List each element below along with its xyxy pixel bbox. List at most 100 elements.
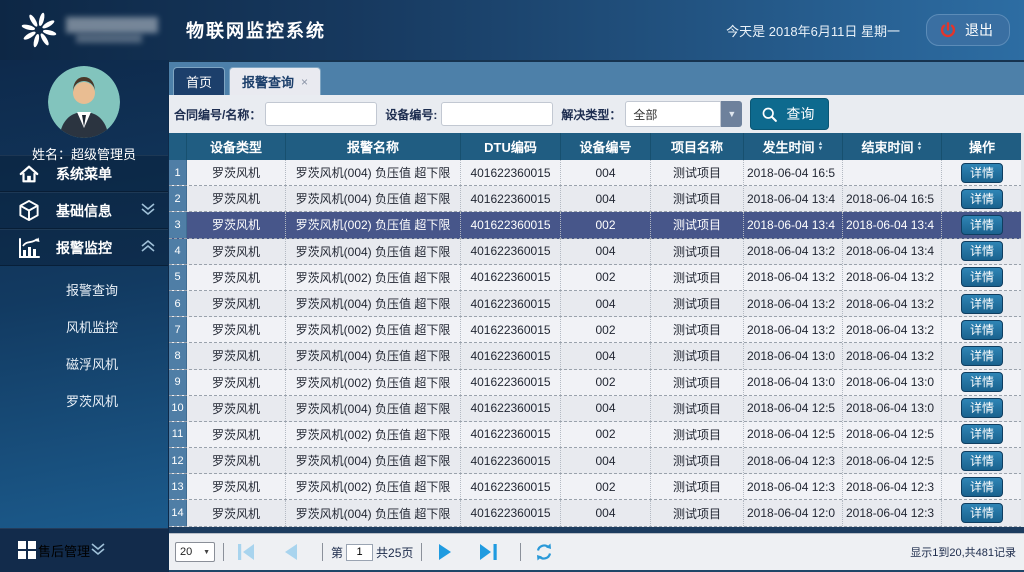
table-row[interactable]: 8 罗茨风机 罗茨风机(004) 负压值 超下限 401622360015 00… bbox=[169, 343, 1022, 369]
sidebar-subitem[interactable]: 报警查询 bbox=[0, 272, 168, 309]
table-row[interactable]: 12 罗茨风机 罗茨风机(004) 负压值 超下限 401622360015 0… bbox=[169, 448, 1022, 474]
detail-button[interactable]: 详情 bbox=[961, 189, 1003, 209]
row-index: 7 bbox=[169, 317, 187, 342]
sidebar-item-basic-info[interactable]: 基础信息 bbox=[0, 192, 168, 229]
solve-type-select[interactable]: 全部 ▼ bbox=[625, 101, 742, 127]
cell-project-name: 测试项目 bbox=[651, 186, 744, 211]
sort-icon[interactable]: ▲▼ bbox=[917, 142, 923, 152]
detail-button[interactable]: 详情 bbox=[961, 320, 1003, 340]
detail-button[interactable]: 详情 bbox=[961, 398, 1003, 418]
sidebar-subitem[interactable]: 风机监控 bbox=[0, 309, 168, 346]
row-index: 13 bbox=[169, 474, 187, 499]
cell-project-name: 测试项目 bbox=[651, 291, 744, 316]
table-row[interactable]: 13 罗茨风机 罗茨风机(002) 负压值 超下限 401622360015 0… bbox=[169, 474, 1022, 500]
logo-text-redacted bbox=[66, 15, 166, 45]
sidebar-item-aftersales[interactable]: 售后管理 bbox=[0, 528, 168, 572]
detail-button[interactable]: 详情 bbox=[961, 163, 1003, 183]
detail-button[interactable]: 详情 bbox=[961, 346, 1003, 366]
detail-button[interactable]: 详情 bbox=[961, 241, 1003, 261]
sidebar-item-label: 系统菜单 bbox=[56, 164, 112, 184]
device-no-input[interactable] bbox=[441, 102, 553, 126]
select-value: 全部 bbox=[625, 101, 721, 127]
detail-button[interactable]: 详情 bbox=[961, 503, 1003, 523]
logout-button[interactable]: 退出 bbox=[926, 14, 1010, 46]
detail-button[interactable]: 详情 bbox=[961, 424, 1003, 444]
col-project-name: 项目名称 bbox=[651, 133, 744, 160]
cell-start-time: 2018-06-04 12:3 bbox=[744, 448, 843, 473]
table-row[interactable]: 11 罗茨风机 罗茨风机(002) 负压值 超下限 401622360015 0… bbox=[169, 422, 1022, 448]
refresh-icon[interactable] bbox=[529, 540, 559, 564]
avatar bbox=[48, 66, 120, 138]
contract-input[interactable] bbox=[265, 102, 377, 126]
table-row[interactable]: 3 罗茨风机 罗茨风机(002) 负压值 超下限 401622360015 00… bbox=[169, 212, 1022, 238]
cell-start-time: 2018-06-04 13:2 bbox=[744, 317, 843, 342]
col-alarm-name: 报警名称 bbox=[286, 133, 461, 160]
tab-home[interactable]: 首页 bbox=[173, 67, 225, 95]
next-page-button[interactable] bbox=[430, 540, 460, 564]
table-row[interactable]: 1 罗茨风机 罗茨风机(004) 负压值 超下限 401622360015 00… bbox=[169, 160, 1022, 186]
detail-button[interactable]: 详情 bbox=[961, 477, 1003, 497]
close-icon[interactable]: × bbox=[301, 75, 308, 89]
table-row[interactable]: 6 罗茨风机 罗茨风机(004) 负压值 超下限 401622360015 00… bbox=[169, 291, 1022, 317]
cell-device-no: 004 bbox=[561, 160, 651, 185]
detail-button[interactable]: 详情 bbox=[961, 372, 1003, 392]
cell-project-name: 测试项目 bbox=[651, 500, 744, 525]
pinwheel-logo-icon bbox=[20, 11, 58, 49]
chevron-down-icon bbox=[140, 202, 156, 219]
page-title: 物联网监控系统 bbox=[186, 17, 326, 43]
cell-actions: 详情 bbox=[942, 474, 1022, 499]
table-row[interactable]: 7 罗茨风机 罗茨风机(002) 负压值 超下限 401622360015 00… bbox=[169, 317, 1022, 343]
chevron-up-icon bbox=[140, 239, 156, 256]
page-number-input[interactable] bbox=[346, 544, 373, 561]
sort-icon[interactable]: ▲▼ bbox=[818, 142, 824, 152]
page-size-select[interactable]: 20 ▼ bbox=[175, 542, 215, 562]
cell-actions: 详情 bbox=[942, 291, 1022, 316]
col-actions: 操作 bbox=[942, 133, 1022, 160]
detail-button[interactable]: 详情 bbox=[961, 267, 1003, 287]
col-start-time[interactable]: 发生时间 ▲▼ bbox=[744, 133, 843, 160]
table-row[interactable]: 10 罗茨风机 罗茨风机(004) 负压值 超下限 401622360015 0… bbox=[169, 396, 1022, 422]
cell-device-no: 002 bbox=[561, 317, 651, 342]
sidebar-subitem[interactable]: 磁浮风机 bbox=[0, 346, 168, 383]
cell-dtu-code: 401622360015 bbox=[461, 422, 561, 447]
detail-button[interactable]: 详情 bbox=[961, 294, 1003, 314]
cell-alarm-name: 罗茨风机(004) 负压值 超下限 bbox=[286, 160, 461, 185]
table-row[interactable]: 5 罗茨风机 罗茨风机(002) 负压值 超下限 401622360015 00… bbox=[169, 265, 1022, 291]
cell-alarm-name: 罗茨风机(004) 负压值 超下限 bbox=[286, 239, 461, 264]
cell-dtu-code: 401622360015 bbox=[461, 343, 561, 368]
sidebar-item-alarm-monitor[interactable]: 报警监控 bbox=[0, 229, 168, 266]
search-icon bbox=[761, 106, 778, 123]
cell-end-time: 2018-06-04 13:4 bbox=[843, 212, 942, 237]
cell-actions: 详情 bbox=[942, 239, 1022, 264]
cell-end-time: 2018-06-04 12:3 bbox=[843, 474, 942, 499]
logout-label: 退出 bbox=[965, 20, 993, 40]
search-button[interactable]: 查询 bbox=[750, 98, 829, 130]
cell-device-type: 罗茨风机 bbox=[187, 500, 286, 525]
table-body: 1 罗茨风机 罗茨风机(004) 负压值 超下限 401622360015 00… bbox=[169, 160, 1024, 527]
first-page-button[interactable] bbox=[232, 540, 262, 564]
table-row[interactable]: 2 罗茨风机 罗茨风机(004) 负压值 超下限 401622360015 00… bbox=[169, 186, 1022, 212]
cell-start-time: 2018-06-04 12:3 bbox=[744, 474, 843, 499]
tab-alarm-query[interactable]: 报警查询 × bbox=[229, 67, 321, 95]
col-end-time[interactable]: 结束时间 ▲▼ bbox=[843, 133, 942, 160]
table-row[interactable]: 4 罗茨风机 罗茨风机(004) 负压值 超下限 401622360015 00… bbox=[169, 239, 1022, 265]
chevron-down-icon[interactable]: ▼ bbox=[721, 101, 742, 127]
table-row[interactable]: 9 罗茨风机 罗茨风机(002) 负压值 超下限 401622360015 00… bbox=[169, 370, 1022, 396]
cell-actions: 详情 bbox=[942, 396, 1022, 421]
cell-device-no: 004 bbox=[561, 239, 651, 264]
last-page-button[interactable] bbox=[474, 540, 504, 564]
cell-start-time: 2018-06-04 13:0 bbox=[744, 343, 843, 368]
app-window: 物联网监控系统 今天是 2018年6月11日 星期一 退出 bbox=[0, 0, 1024, 572]
table-row[interactable]: 14 罗茨风机 罗茨风机(004) 负压值 超下限 401622360015 0… bbox=[169, 500, 1022, 526]
cell-device-no: 002 bbox=[561, 265, 651, 290]
cell-alarm-name: 罗茨风机(002) 负压值 超下限 bbox=[286, 370, 461, 395]
detail-button[interactable]: 详情 bbox=[961, 215, 1003, 235]
cell-start-time: 2018-06-04 13:2 bbox=[744, 291, 843, 316]
row-index: 2 bbox=[169, 186, 187, 211]
col-index bbox=[169, 133, 187, 160]
detail-button[interactable]: 详情 bbox=[961, 451, 1003, 471]
main-content: 首页 报警查询 × 合同编号/名称： 设备编号: 解决类型： 全部 ▼ bbox=[168, 60, 1024, 572]
sidebar-subitem[interactable]: 罗茨风机 bbox=[0, 383, 168, 420]
prev-page-button[interactable] bbox=[276, 540, 306, 564]
records-summary: 显示1到20,共481记录 bbox=[910, 544, 1016, 560]
